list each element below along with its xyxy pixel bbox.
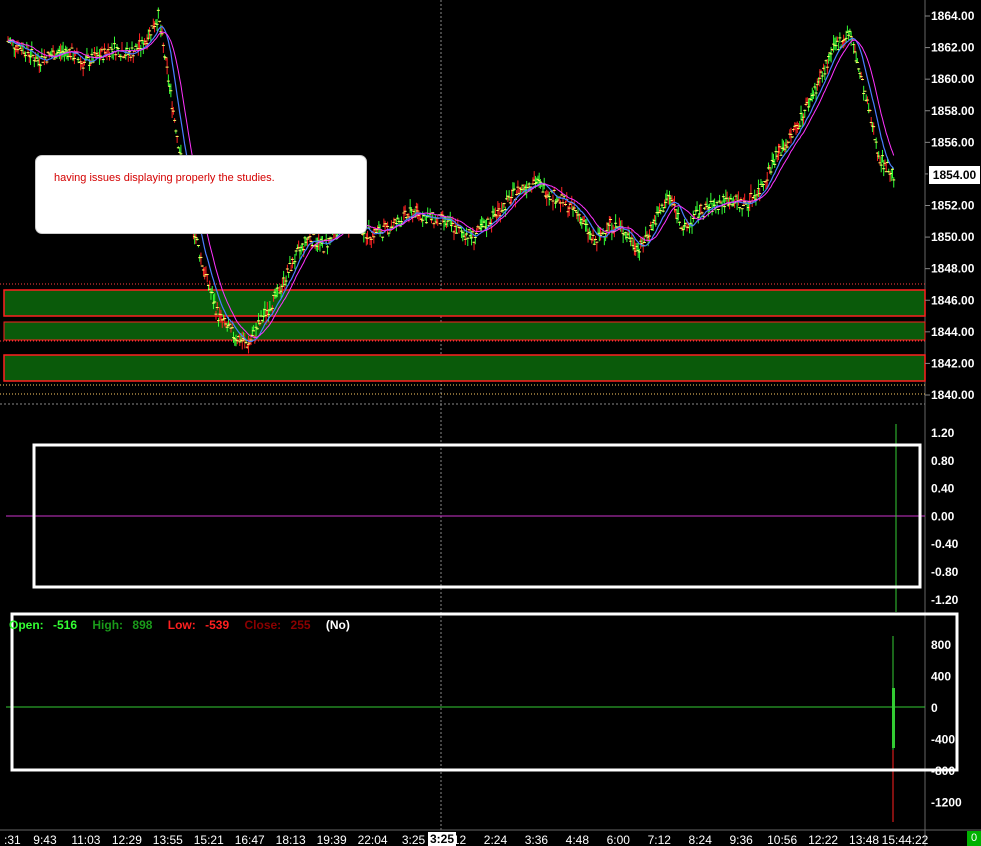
time-tick-label: 3:25 bbox=[402, 833, 426, 846]
price-tick-label: 1858.00 bbox=[931, 104, 975, 118]
time-tick-label: :31 bbox=[4, 833, 21, 846]
high-value: 898 bbox=[132, 618, 153, 632]
osc-tick-label: -1.20 bbox=[931, 593, 959, 607]
ohlc-readout: Open: -516 High: 898 Low: -539 Close: 25… bbox=[9, 618, 356, 632]
vol-tick-label: 400 bbox=[931, 670, 951, 684]
time-tick-label: 2:24 bbox=[484, 833, 508, 846]
oscillator-axis: 1.20 0.80 0.40 0.00 -0.40 -0.80 -1.20 bbox=[931, 426, 959, 607]
price-chart[interactable]: 1864.00 1862.00 1860.00 1858.00 1856.00 1854.… bbox=[0, 0, 981, 846]
volume-delta-panel bbox=[6, 612, 959, 822]
price-tick-label: 1864.00 bbox=[931, 9, 975, 23]
time-tick-label: 9:36 bbox=[730, 833, 754, 846]
low-label: Low: bbox=[167, 618, 196, 632]
price-tick-label: 1846.00 bbox=[931, 293, 975, 307]
highlight-box-volume bbox=[10, 612, 959, 772]
vol-tick-label: 0 bbox=[931, 701, 938, 715]
corner-badge[interactable]: 0 bbox=[967, 831, 981, 846]
osc-tick-label: 0.40 bbox=[931, 482, 955, 496]
current-price-tag: 1854.00 bbox=[928, 165, 981, 185]
time-tick-label: 12:29 bbox=[112, 833, 142, 846]
price-tick-label: 1856.00 bbox=[931, 135, 975, 149]
price-tick-label: 1860.00 bbox=[931, 72, 975, 86]
price-tick-label: 1850.00 bbox=[931, 230, 975, 244]
mode-indicator: (No) bbox=[325, 618, 350, 632]
open-label: Open: bbox=[9, 618, 44, 632]
osc-tick-label: 1.20 bbox=[931, 426, 955, 440]
high-label: High: bbox=[92, 618, 124, 632]
time-tick-label: 6:00 bbox=[607, 833, 631, 846]
annotation-text: having issues displaying properly the st… bbox=[54, 172, 275, 184]
vol-tick-label: 800 bbox=[931, 638, 951, 652]
time-tick-label: 7:12 bbox=[648, 833, 672, 846]
oscillator-panel bbox=[6, 424, 925, 612]
vol-tick-label: -1200 bbox=[931, 796, 962, 810]
time-tick-label: 4:48 bbox=[566, 833, 590, 846]
time-tick-label: 22:04 bbox=[358, 833, 388, 846]
time-tick-label: 3:36 bbox=[525, 833, 549, 846]
open-value: -516 bbox=[53, 618, 78, 632]
time-tick-label: 10:56 bbox=[767, 833, 797, 846]
time-tick-label: 13:48 bbox=[849, 833, 879, 846]
annotation-callout[interactable]: having issues displaying properly the st… bbox=[35, 155, 367, 234]
price-tick-label: 1862.00 bbox=[931, 41, 975, 55]
price-tick-label: 1844.00 bbox=[931, 325, 975, 339]
time-tick-label: 15:44:22 bbox=[882, 833, 929, 846]
osc-tick-label: 0.00 bbox=[931, 509, 955, 523]
osc-tick-label: -0.40 bbox=[931, 537, 959, 551]
low-value: -539 bbox=[205, 618, 230, 632]
time-tick-label: 11:03 bbox=[71, 833, 100, 846]
vol-tick-label: -800 bbox=[931, 764, 955, 778]
time-tick-label: 16:47 bbox=[235, 833, 265, 846]
price-zones bbox=[3, 289, 926, 382]
time-tick-label: 19:39 bbox=[317, 833, 347, 846]
close-value: 255 bbox=[290, 618, 311, 632]
vol-tick-label: -400 bbox=[931, 733, 955, 747]
osc-tick-label: 0.80 bbox=[931, 454, 955, 468]
time-tick-label: 18:13 bbox=[276, 833, 306, 846]
osc-tick-label: -0.80 bbox=[931, 565, 959, 579]
price-tick-label: 1842.00 bbox=[931, 356, 975, 370]
time-tick-label: 8:24 bbox=[689, 833, 713, 846]
time-tick-label: 13:55 bbox=[153, 833, 183, 846]
time-axis: :31 9:43 11:03 12:29 13:55 15:21 16:47 18:13 19:… bbox=[4, 833, 929, 846]
time-tick-label: 12:22 bbox=[808, 833, 838, 846]
price-tick-label: 1840.00 bbox=[931, 388, 975, 402]
cursor-time-tag: 3:25 bbox=[428, 832, 457, 846]
price-tick-label: 1852.00 bbox=[931, 199, 975, 213]
price-tick-label: 1848.00 bbox=[931, 262, 975, 276]
time-tick-label: 9:43 bbox=[33, 833, 57, 846]
time-tick-label: 15:21 bbox=[194, 833, 224, 846]
price-axis: 1864.001862.001860.001858.001856.001854.… bbox=[925, 9, 975, 402]
close-label: Close: bbox=[244, 618, 282, 632]
